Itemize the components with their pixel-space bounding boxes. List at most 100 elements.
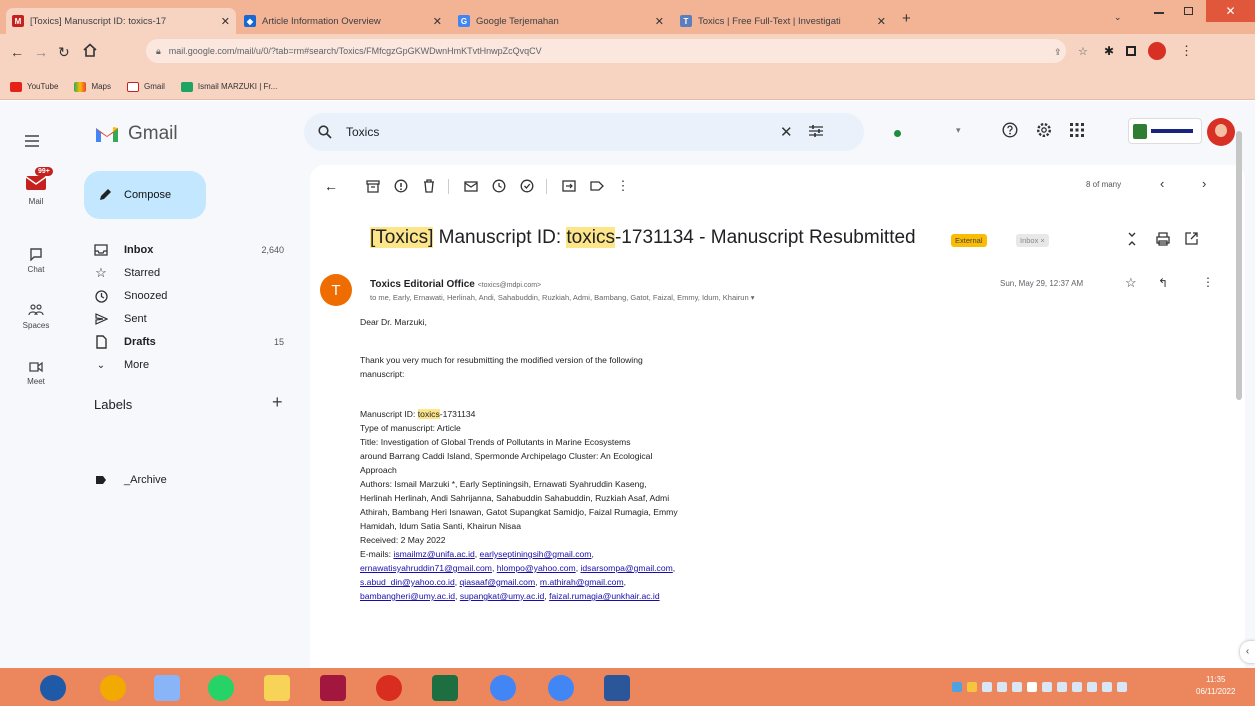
reload-icon[interactable]: ↻ [58,44,70,61]
nav-snoozed[interactable]: Snoozed [88,284,298,308]
side-panel-toggle-icon[interactable]: ‹ [1240,641,1255,663]
tray-app-icon[interactable] [952,682,962,692]
excel-icon[interactable] [432,675,458,701]
chrome-icon[interactable] [490,675,516,701]
report-spam-icon[interactable] [390,175,412,197]
tray-app-icon[interactable] [1012,682,1022,692]
tray-app-icon[interactable] [997,682,1007,692]
print-icon[interactable] [1156,232,1170,246]
newer-chevron-icon[interactable]: ‹ [1160,176,1164,191]
back-to-search-icon[interactable]: ← [320,175,342,197]
search-icon[interactable] [318,125,332,139]
chrome-profile-icon[interactable] [548,675,574,701]
tray-app-icon[interactable] [1027,682,1037,692]
recipients-line[interactable]: to me, Early, Ernawati, Herlinah, Andi, … [370,293,755,302]
chrome-taskbar-icon[interactable] [100,675,126,701]
side-panel-icon[interactable] [1126,46,1136,56]
inbox-label-chip[interactable]: Inbox × [1016,234,1049,247]
email-link[interactable]: qiasaaf@gmail.com [460,577,536,587]
tab-search-chevron-icon[interactable]: ⌄ [1114,12,1122,23]
hamburger-menu-icon[interactable] [24,135,40,147]
share-icon[interactable]: ⇪ [1054,47,1062,58]
close-tab-icon[interactable]: ✕ [221,15,230,28]
status-dot-icon[interactable] [894,130,901,137]
close-window-icon[interactable]: ✕ [1206,0,1255,22]
tray-app-icon[interactable] [1057,682,1067,692]
address-bar[interactable]: 🔒︎ mail.google.com/mail/u/0/?tab=rm#sear… [146,39,1066,63]
nav-starred[interactable]: ☆ Starred [88,261,298,285]
tray-app-icon[interactable] [1087,682,1097,692]
home-icon[interactable] [82,42,98,58]
word-icon[interactable] [604,675,630,701]
close-tab-icon[interactable]: ✕ [655,15,664,28]
side-panel-scrollbar[interactable] [1236,131,1242,201]
organization-logo[interactable] [1128,118,1202,144]
message-scrollbar[interactable] [1236,195,1242,400]
mendeley-icon[interactable] [320,675,346,701]
new-tab-plus-icon[interactable]: + [902,10,911,27]
email-link[interactable]: ismailmz@unifa.ac.id [393,549,474,559]
nav-sent[interactable]: Sent [88,307,298,331]
people-app-icon[interactable] [154,675,180,701]
nav-more[interactable]: ⌄ More [88,353,298,377]
clear-search-icon[interactable]: ✕ [780,123,793,141]
whatsapp-icon[interactable] [208,675,234,701]
email-link[interactable]: m.athirah@gmail.com [540,577,624,587]
forward-arrow-icon[interactable]: → [34,44,48,60]
tray-app-icon[interactable] [1042,682,1052,692]
browser-tab-gmail[interactable]: M [Toxics] Manuscript ID: toxics-17 ✕ [6,8,236,34]
email-link[interactable]: hlompo@yahoo.com [497,563,576,573]
email-link[interactable]: faizal.rumagia@unkhair.ac.id [549,591,659,601]
tray-app-icon[interactable] [967,682,977,692]
status-dropdown-icon[interactable]: ▾ [956,125,961,136]
search-bar[interactable]: Toxics ✕ [304,113,864,151]
browser-menu-icon[interactable]: ⋮ [1180,43,1193,59]
add-to-tasks-icon[interactable] [516,175,538,197]
rail-mail[interactable]: 99+ Mail [0,167,72,206]
move-to-icon[interactable] [558,175,580,197]
extensions-puzzle-icon[interactable]: ✱ [1104,44,1114,58]
email-link[interactable]: supangkat@umy.ac.id [460,591,545,601]
help-icon[interactable] [1002,122,1018,138]
email-link[interactable]: ernawatisyahruddin71@gmail.com [360,563,492,573]
tray-app-icon[interactable] [1072,682,1082,692]
tray-app-icon[interactable] [1117,682,1127,692]
add-label-plus-icon[interactable]: + [272,392,283,413]
bookmark-marzuki[interactable]: Ismail MARZUKI | Fr... [180,81,277,92]
delete-trash-icon[interactable] [418,175,440,197]
open-new-window-icon[interactable] [1185,232,1198,245]
email-link[interactable]: earlyseptiningsih@gmail.com [480,549,592,559]
nav-drafts[interactable]: Drafts 15 [88,330,298,354]
system-clock[interactable]: 11:35 06/11/2022 [1196,674,1235,698]
email-link[interactable]: bambangheri@umy.ac.id [360,591,455,601]
tray-app-icon[interactable] [982,682,992,692]
label-archive[interactable]: _Archive [88,468,298,492]
settings-gear-icon[interactable] [1036,122,1052,138]
star-message-icon[interactable]: ☆ [1125,275,1137,291]
mark-unread-icon[interactable] [460,175,482,197]
more-actions-icon[interactable]: ⋮ [612,175,634,197]
snooze-clock-icon[interactable] [488,175,510,197]
account-avatar[interactable] [1207,118,1235,146]
search-input[interactable]: Toxics [346,125,379,139]
back-arrow-icon[interactable]: ← [10,44,24,60]
nav-inbox[interactable]: Inbox 2,640 [88,238,298,262]
rail-chat[interactable]: Chat [0,247,72,274]
message-more-icon[interactable]: ⋮ [1202,275,1214,289]
rail-spaces[interactable]: Spaces [0,303,72,330]
restore-icon[interactable] [1182,5,1196,17]
minimize-icon[interactable] [1152,5,1166,17]
tray-app-icon[interactable] [1102,682,1112,692]
file-explorer-icon[interactable] [264,675,290,701]
collapse-all-icon[interactable] [1127,231,1137,247]
start-button-icon[interactable] [40,675,66,701]
close-tab-icon[interactable]: ✕ [433,15,442,28]
email-link[interactable]: idsarsompa@gmail.com [580,563,672,573]
bookmark-youtube[interactable]: YouTube [10,81,58,92]
search-options-icon[interactable] [808,124,824,138]
reply-icon[interactable]: ↰ [1158,276,1168,290]
bookmark-maps[interactable]: Maps [74,81,111,92]
browser-tab-toxics[interactable]: T Toxics | Free Full-Text | Investigati … [674,8,892,34]
archive-icon[interactable] [362,175,384,197]
label-icon[interactable] [586,175,608,197]
